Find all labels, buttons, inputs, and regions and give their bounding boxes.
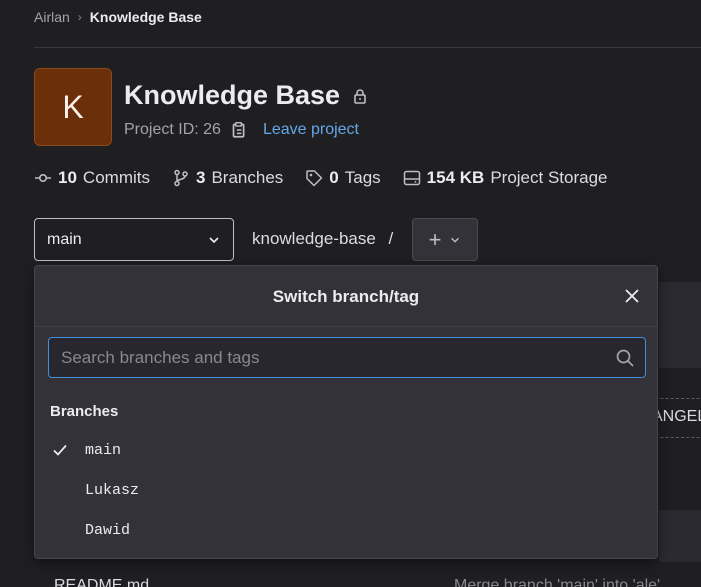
branches-label: Branches [211,168,284,187]
background-panel [659,282,701,368]
path-separator: / [388,229,394,248]
repo-path: knowledge-base / [252,229,393,249]
storage-stat[interactable]: 154 KB Project Storage [403,168,608,188]
project-id: Project ID: 26 [124,121,221,138]
file-row[interactable]: ⌄ README.md Merge branch 'main' into 'al… [34,566,701,587]
plus-icon: + [428,226,442,252]
background-badge-text: ANGEL [652,408,701,425]
repo-path-link[interactable]: knowledge-base [252,229,376,248]
lock-icon [354,88,366,104]
chevron-down-icon [209,236,219,243]
dropdown-divider [35,326,657,327]
tag-icon [306,170,323,187]
branch-item-label: main [85,441,122,459]
header-divider [34,47,701,48]
branch-item-label: Lukasz [85,481,140,499]
branches-count: 3 [195,168,206,187]
search-box [48,337,646,378]
commit-message[interactable]: Merge branch 'main' into 'ale' [454,577,660,587]
branches-stat[interactable]: 3 Branches [172,168,283,188]
check-icon [53,444,67,456]
leave-project-link[interactable]: Leave project [263,121,359,139]
breadcrumb: Airlan › Knowledge Base [34,9,202,25]
branch-item-dawid[interactable]: Dawid [35,510,657,550]
project-stats: 10 Commits 3 Branches 0 Tags 154 KB Proj… [34,168,608,188]
search-icon [616,349,634,367]
commits-stat[interactable]: 10 Commits [34,168,150,188]
chevron-down-icon: ⌄ [34,578,46,587]
project-title: Knowledge Base [124,80,341,110]
tags-stat[interactable]: 0 Tags [305,168,381,188]
project-avatar: K [34,68,112,146]
commits-count: 10 [58,168,77,187]
file-name[interactable]: README.md [54,577,149,587]
breadcrumb-parent[interactable]: Airlan [34,9,70,25]
switch-branch-dropdown: Switch branch/tag Branches main Lukasz D… [34,265,658,559]
copy-icon[interactable] [229,121,247,139]
close-icon[interactable] [623,287,641,305]
tags-label: Tags [344,168,381,187]
branch-selector-value: main [47,230,82,248]
chevron-down-icon [451,237,460,243]
storage-icon [403,170,420,186]
branch-item-label: Dawid [85,521,131,539]
add-file-button[interactable]: + [412,218,478,261]
background-panel-lower [659,510,701,562]
storage-size: 154 KB [426,168,485,187]
search-input[interactable] [59,346,615,369]
project-title-row: Knowledge Base [124,80,368,111]
breadcrumb-chevron-icon: › [77,10,82,24]
commit-icon [35,174,51,183]
commits-label: Commits [82,168,150,187]
branch-item-main[interactable]: main [35,430,657,470]
storage-label: Project Storage [490,168,608,187]
branch-selector[interactable]: main [34,218,234,261]
breadcrumb-current[interactable]: Knowledge Base [90,9,202,25]
branches-section-label: Branches [50,403,119,420]
branch-icon [174,169,188,187]
project-id-row: Project ID: 26 Leave project [124,121,359,139]
tags-count: 0 [329,168,339,187]
dropdown-title: Switch branch/tag [272,287,420,306]
branch-item-lukasz[interactable]: Lukasz [35,470,657,510]
